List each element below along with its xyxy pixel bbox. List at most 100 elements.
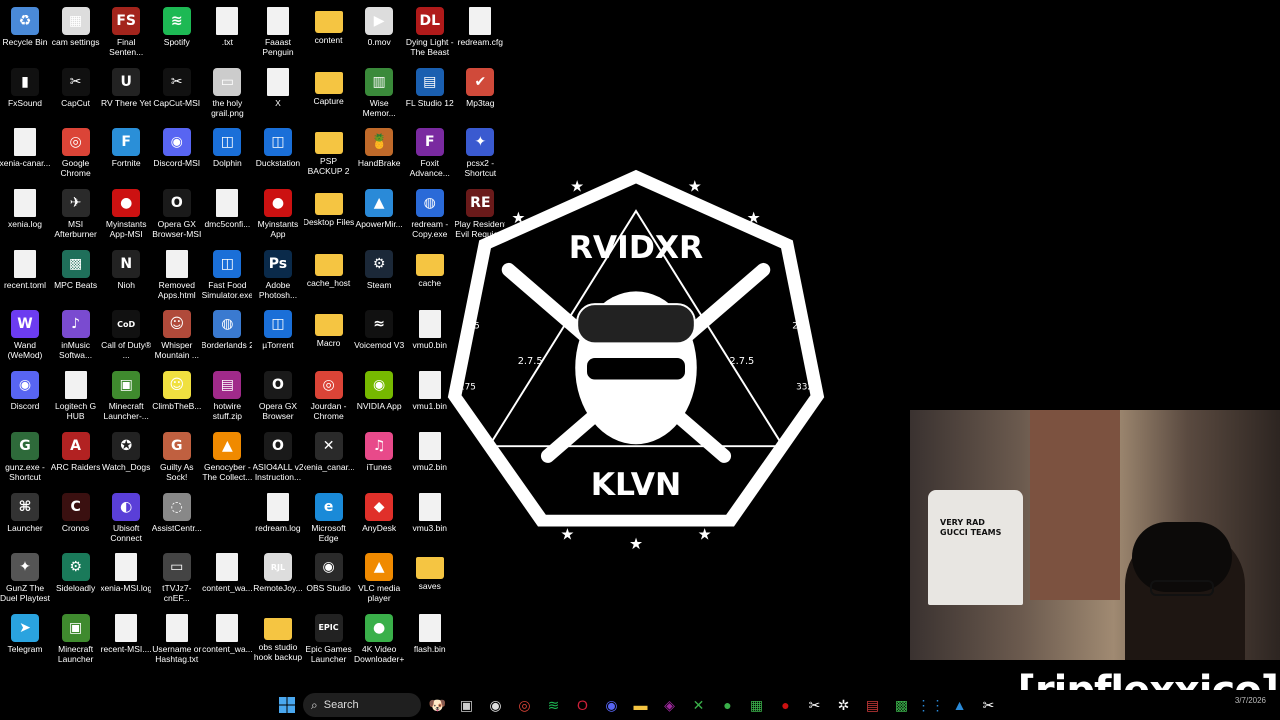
desktop-icon[interactable]: CoD Call of Duty® ... xyxy=(101,307,151,367)
desktop-icon[interactable]: Desktop Files xyxy=(304,186,354,246)
desktop-icon[interactable]: EPIC Epic Games Launcher xyxy=(304,611,354,671)
desktop-icon[interactable]: A ARC Raiders xyxy=(51,429,101,489)
desktop-icon[interactable]: O Opera GX Browser-MSI xyxy=(152,186,202,246)
desktop-icon[interactable]: ▲ ApowerMir... xyxy=(354,186,404,246)
taskbar-app-button[interactable]: ◉ xyxy=(483,692,508,718)
desktop-icon[interactable]: ♫ iTunes xyxy=(354,429,404,489)
desktop-icon[interactable]: ✪ Watch_Dogs xyxy=(101,429,151,489)
taskbar-app-button[interactable]: ▦ xyxy=(744,692,769,718)
taskbar-app-button[interactable]: ◎ xyxy=(512,692,537,718)
desktop-icon[interactable]: xenia.log xyxy=(0,186,50,246)
desktop-icon[interactable]: ◉ OBS Studio xyxy=(304,550,354,610)
desktop-icon[interactable]: ● 4K Video Downloader+ xyxy=(354,611,404,671)
desktop-icon[interactable]: ▦ cam settings xyxy=(51,4,101,64)
desktop-icon[interactable]: ▩ MPC Beats xyxy=(51,247,101,307)
desktop-icon[interactable]: ⚙ Steam xyxy=(354,247,404,307)
desktop-icon[interactable]: Ps Adobe Photosh... xyxy=(253,247,303,307)
desktop-icon[interactable]: F Fortnite xyxy=(101,125,151,185)
desktop-icon[interactable]: ◉ Discord-MSI xyxy=(152,125,202,185)
desktop-icon[interactable]: ◫ Duckstation xyxy=(253,125,303,185)
desktop-icon[interactable]: ◍ Borderlands 2 xyxy=(202,307,252,367)
desktop-icon[interactable]: ◎ Jourdan - Chrome xyxy=(304,368,354,428)
desktop-icon[interactable]: ◉ Discord xyxy=(0,368,50,428)
desktop-icon[interactable]: content_wa... xyxy=(202,611,252,671)
desktop-icon[interactable]: dmc5confi... xyxy=(202,186,252,246)
tray-clock[interactable]: 3/7/2026 xyxy=(1235,696,1266,705)
desktop-icon[interactable]: FS Final Senten... xyxy=(101,4,151,64)
taskbar-app-button[interactable]: 🐶 xyxy=(425,692,450,718)
taskbar-app-button[interactable]: ≋ xyxy=(541,692,566,718)
desktop-icon[interactable]: .txt xyxy=(202,4,252,64)
desktop-icon[interactable]: flash.bin xyxy=(405,611,455,671)
taskbar-app-button[interactable]: ▤ xyxy=(860,692,885,718)
desktop-icon[interactable]: O Opera GX Browser xyxy=(253,368,303,428)
desktop-icon[interactable]: RJL RemoteJoy... xyxy=(253,550,303,610)
desktop-icon[interactable]: ◉ NVIDIA App xyxy=(354,368,404,428)
desktop-icon[interactable]: ◆ AnyDesk xyxy=(354,490,404,550)
desktop-icon[interactable]: ⚙ Sideloadly xyxy=(51,550,101,610)
taskbar-search-box[interactable]: ⌕ Search xyxy=(303,693,421,717)
desktop-icon[interactable]: W Wand (WeMod) xyxy=(0,307,50,367)
desktop-icon[interactable]: ▤ hotwire stuff.zip xyxy=(202,368,252,428)
desktop-icon[interactable]: ▤ FL Studio 12 xyxy=(405,65,455,125)
taskbar-app-button[interactable]: ✂ xyxy=(976,692,1001,718)
desktop-icon[interactable]: ● Myinstants App-MSI xyxy=(101,186,151,246)
desktop-icon[interactable]: O ASIO4ALL v2 Instruction... xyxy=(253,429,303,489)
desktop-icon[interactable]: ✔ Mp3tag xyxy=(455,65,505,125)
desktop-icon[interactable]: ▲ VLC media player xyxy=(354,550,404,610)
desktop-icon[interactable]: ☺ Whisper Mountain ... xyxy=(152,307,202,367)
desktop-icon[interactable]: redream.cfg xyxy=(455,4,505,64)
desktop-icon[interactable]: ▥ Wise Memor... xyxy=(354,65,404,125)
desktop-icon[interactable]: recent-MSI.... xyxy=(101,611,151,671)
desktop-icon[interactable]: DL Dying Light - The Beast xyxy=(405,4,455,64)
desktop-icon[interactable]: PSP BACKUP 2 xyxy=(304,125,354,185)
taskbar-app-button[interactable]: ✂ xyxy=(802,692,827,718)
desktop-icon[interactable]: Macro xyxy=(304,307,354,367)
desktop-icon[interactable]: ◫ Dolphin xyxy=(202,125,252,185)
desktop-icon[interactable]: C Cronos xyxy=(51,490,101,550)
desktop-icon[interactable]: X xyxy=(253,65,303,125)
taskbar-app-button[interactable]: ⋮⋮ xyxy=(917,692,945,718)
desktop-icon[interactable]: recent.toml xyxy=(0,247,50,307)
desktop-icon[interactable]: content_wa... xyxy=(202,550,252,610)
desktop-icon[interactable]: ◎ Google Chrome xyxy=(51,125,101,185)
desktop-icon[interactable]: Ggunz.exe - Shortcut xyxy=(0,429,50,489)
taskbar-app-button[interactable]: ▩ xyxy=(889,692,914,718)
desktop-icon[interactable]: ➤ Telegram xyxy=(0,611,50,671)
desktop-icon[interactable]: xenia-MSI.log xyxy=(101,550,151,610)
desktop-icon[interactable]: e Microsoft Edge xyxy=(304,490,354,550)
desktop-icon[interactable]: Capture xyxy=(304,65,354,125)
taskbar-app-button[interactable]: ✕ xyxy=(686,692,711,718)
desktop-icon[interactable]: G Guilty As Sock! xyxy=(152,429,202,489)
desktop-icon[interactable]: ✦ GunZ The Duel Playtest xyxy=(0,550,50,610)
desktop-icon[interactable]: ♻ Recycle Bin xyxy=(0,4,50,64)
desktop-icon[interactable]: Logitech G HUB xyxy=(51,368,101,428)
desktop-icon[interactable]: ▣ Minecraft Launcher xyxy=(51,611,101,671)
start-button[interactable] xyxy=(274,692,299,718)
desktop-icon[interactable]: ▭ tTVJz7-cnEF... xyxy=(152,550,202,610)
desktop-icon[interactable]: ≋ Spotify xyxy=(152,4,202,64)
desktop-icon[interactable]: ◫ µTorrent xyxy=(253,307,303,367)
desktop-icon[interactable]: ◫ Fast Food Simulator.exe xyxy=(202,247,252,307)
desktop-icon[interactable]: saves xyxy=(405,550,455,610)
taskbar-app-button[interactable]: ▲ xyxy=(947,692,972,718)
desktop-icon[interactable]: U RV There Yet xyxy=(101,65,151,125)
desktop-icon[interactable]: cache_host xyxy=(304,247,354,307)
desktop-icon[interactable]: ✂ CapCut xyxy=(51,65,101,125)
desktop-icon[interactable]: content xyxy=(304,4,354,64)
desktop-icon[interactable]: ▭ the holy grail.png xyxy=(202,65,252,125)
desktop-icon[interactable]: 🍍 HandBrake xyxy=(354,125,404,185)
desktop-icon[interactable]: ⌘ Launcher xyxy=(0,490,50,550)
desktop-icon[interactable]: ♪ inMusic Softwa... xyxy=(51,307,101,367)
desktop-icon[interactable]: ☺ ClimbTheB... xyxy=(152,368,202,428)
desktop-icon[interactable]: obs studio hook backup xyxy=(253,611,303,671)
taskbar-app-button[interactable]: ◉ xyxy=(599,692,624,718)
desktop-icon[interactable]: ✈ MSI Afterburner xyxy=(51,186,101,246)
desktop-icon[interactable]: xenia-canar... xyxy=(0,125,50,185)
desktop-icon[interactable]: ▣ Minecraft Launcher-... xyxy=(101,368,151,428)
taskbar-app-button[interactable]: ● xyxy=(773,692,798,718)
desktop-icon[interactable]: Username or Hashtag.txt xyxy=(152,611,202,671)
taskbar-app-button[interactable]: ▣ xyxy=(454,692,479,718)
desktop-icon[interactable]: ▶ 0.mov xyxy=(354,4,404,64)
desktop-icon[interactable]: ✂ CapCut-MSI xyxy=(152,65,202,125)
